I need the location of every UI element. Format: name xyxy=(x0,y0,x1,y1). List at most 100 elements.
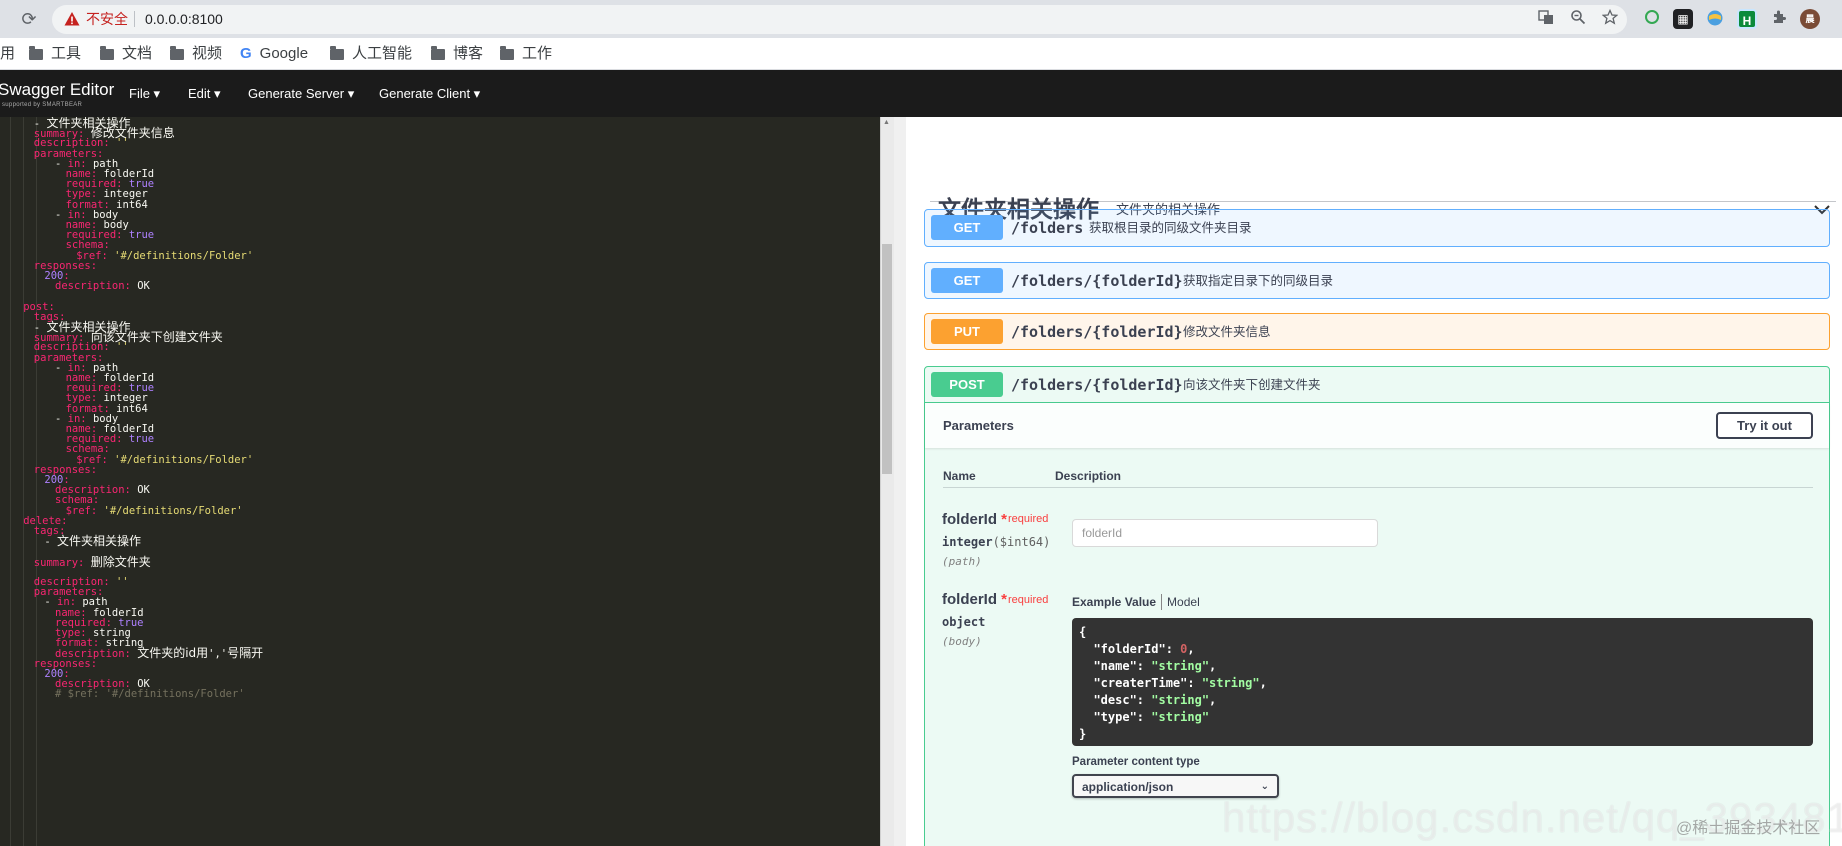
operation-header[interactable]: POST /folders/{folderId} 向该文件夹下创建文件夹 xyxy=(925,367,1829,403)
extensions-icon[interactable] xyxy=(1769,9,1789,29)
operation-get-folders[interactable]: GET /folders 获取根目录的同级文件夹目录 xyxy=(924,209,1830,247)
tag-section-header[interactable]: 文件夹相关操作 文件夹的相关操作 xyxy=(930,155,1836,222)
back-button[interactable]: ‹ xyxy=(0,8,10,30)
method-badge: GET xyxy=(931,215,1003,240)
code-line[interactable]: $ref: '#/definitions/Folder' xyxy=(66,505,243,517)
json-comma: , xyxy=(1187,642,1195,656)
method-badge: POST xyxy=(931,372,1003,397)
code-line[interactable]: - 文件夹相关操作 xyxy=(44,534,142,549)
operation-put-folder[interactable]: PUT /folders/{folderId} 修改文件夹信息 xyxy=(924,313,1830,350)
bookmark-label: 视频 xyxy=(192,45,223,62)
menu-generate-client[interactable]: Generate Client ▾ xyxy=(379,85,480,103)
extension-h-icon[interactable]: H xyxy=(1737,9,1757,29)
operation-path: /folders/{folderId} xyxy=(1011,323,1183,341)
code-line[interactable]: description: OK xyxy=(55,280,150,292)
indent-guide xyxy=(36,117,37,846)
required-label: required xyxy=(1008,513,1049,525)
bookmark-label: Google xyxy=(259,45,309,62)
extension-leaf-icon[interactable] xyxy=(1642,9,1662,29)
extension-dark-icon[interactable]: ▦ xyxy=(1673,9,1693,29)
bookmark-item[interactable]: 用 xyxy=(0,43,15,65)
extension-globe-icon[interactable] xyxy=(1705,9,1725,29)
tab-model[interactable]: Model xyxy=(1162,594,1200,610)
indent-guide xyxy=(10,117,11,846)
param-name-text: folderId xyxy=(942,591,997,608)
bookmark-folder-tools[interactable]: 工具 xyxy=(29,43,81,65)
reload-button[interactable]: ⟳ xyxy=(18,8,40,30)
bookmark-folder-video[interactable]: 视频 xyxy=(170,43,222,65)
operation-summary: 向该文件夹下创建文件夹 xyxy=(1183,378,1321,392)
operation-header[interactable]: GET /folders/{folderId} 获取指定目录下的同级目录 xyxy=(925,263,1829,299)
warning-icon[interactable] xyxy=(64,11,80,27)
bookmark-folder-blog[interactable]: 博客 xyxy=(431,43,483,65)
pane-gap xyxy=(894,117,906,846)
folder-icon xyxy=(29,45,43,60)
json-line: "folderId": 0, xyxy=(1079,641,1806,658)
operation-get-folder-by-id[interactable]: GET /folders/{folderId} 获取指定目录下的同级目录 xyxy=(924,262,1830,299)
code-token: OK xyxy=(137,280,150,293)
profile-avatar[interactable]: 晨 xyxy=(1800,9,1820,29)
menu-file[interactable]: File ▾ xyxy=(129,85,160,103)
star-icon[interactable] xyxy=(1600,8,1620,29)
bookmarks-bar: 用 工具 文档 视频 G Google 人工智能 博客 工作 xyxy=(0,38,1842,70)
method-badge: PUT xyxy=(931,319,1003,344)
folder-icon xyxy=(330,45,344,60)
json-comma: , xyxy=(1209,693,1217,707)
operation-path: /folders/{folderId} xyxy=(1011,376,1183,394)
security-status[interactable]: 不安全 xyxy=(86,9,128,29)
column-header-name: Name xyxy=(943,469,976,483)
code-line[interactable]: $ref: '#/definitions/Folder' xyxy=(76,454,253,466)
bookmark-folder-docs[interactable]: 文档 xyxy=(100,43,152,65)
operation-post-folder: POST /folders/{folderId} 向该文件夹下创建文件夹 Par… xyxy=(924,366,1830,846)
bookmark-label: 工具 xyxy=(51,45,82,62)
folder-icon xyxy=(431,45,445,60)
param-name: folderId * xyxy=(942,511,1007,529)
bookmark-label: 人工智能 xyxy=(352,45,413,62)
column-header-description: Description xyxy=(1055,469,1122,483)
json-line: "name": "string", xyxy=(1079,658,1806,675)
pane-splitter[interactable] xyxy=(880,117,894,846)
code-token: - xyxy=(44,536,58,549)
swagger-logo[interactable]: Swagger Editor xyxy=(0,81,114,99)
operation-summary: 获取根目录的同级文件夹目录 xyxy=(1089,221,1252,235)
swagger-logo-sub: supported by SMARTBEAR xyxy=(2,102,83,108)
bookmark-label: 工作 xyxy=(522,45,553,62)
code-line[interactable]: $ref: '#/definitions/Folder' xyxy=(76,250,253,262)
url-text[interactable]: 0.0.0.0:8100 xyxy=(145,9,223,29)
json-key: "folderId": xyxy=(1079,642,1181,656)
menu-generate-server[interactable]: Generate Server ▾ xyxy=(248,85,354,103)
json-comma: , xyxy=(1209,659,1217,673)
divider xyxy=(943,487,1813,488)
translate-icon[interactable] xyxy=(1536,9,1556,29)
code-line[interactable]: summary: 删除文件夹 xyxy=(33,556,151,569)
editor-scrollbar-thumb[interactable] xyxy=(882,244,892,474)
tab-example-value[interactable]: Example Value xyxy=(1072,594,1163,610)
zoom-icon[interactable] xyxy=(1568,9,1588,29)
param-type: object xyxy=(942,615,986,629)
json-value: "string" xyxy=(1151,659,1210,673)
json-value: "string" xyxy=(1151,710,1210,724)
bookmark-folder-ai[interactable]: 人工智能 xyxy=(330,43,412,65)
menu-edit[interactable]: Edit ▾ xyxy=(188,85,221,103)
code-token: summary: xyxy=(33,556,91,569)
folder-icon xyxy=(170,45,184,60)
folderid-input[interactable]: folderId xyxy=(1072,519,1378,547)
example-json[interactable]: { "folderId": 0, "name": "string", "crea… xyxy=(1072,618,1813,746)
operation-header[interactable]: GET /folders 获取根目录的同级文件夹目录 xyxy=(925,210,1829,246)
yaml-editor[interactable]: - 文件夹相关操作 summary: 修改文件夹信息 description: ''… xyxy=(0,117,880,846)
code-line[interactable]: # $ref: '#/definitions/Folder' xyxy=(55,688,245,700)
parameters-title: Parameters xyxy=(943,418,1014,433)
content-type-value: application/json xyxy=(1082,780,1174,794)
address-bar[interactable] xyxy=(52,5,1627,34)
bookmark-folder-work[interactable]: 工作 xyxy=(500,43,552,65)
param-name-text: folderId xyxy=(942,511,997,528)
try-it-out-button[interactable]: Try it out xyxy=(1716,412,1813,439)
code-token: 文件夹的id用 xyxy=(137,646,209,661)
scroll-up-arrow[interactable]: ▲ xyxy=(883,119,891,127)
code-token: '#/definitions/Folder' xyxy=(114,249,254,262)
bookmark-google[interactable]: G Google xyxy=(240,43,308,65)
json-key: "type": xyxy=(1079,710,1152,724)
operation-header[interactable]: PUT /folders/{folderId} 修改文件夹信息 xyxy=(925,314,1829,350)
code-token: 文件夹相关操作 xyxy=(57,534,142,549)
swagger-topbar: Swagger Editor supported by SMARTBEAR Fi… xyxy=(0,70,1842,117)
